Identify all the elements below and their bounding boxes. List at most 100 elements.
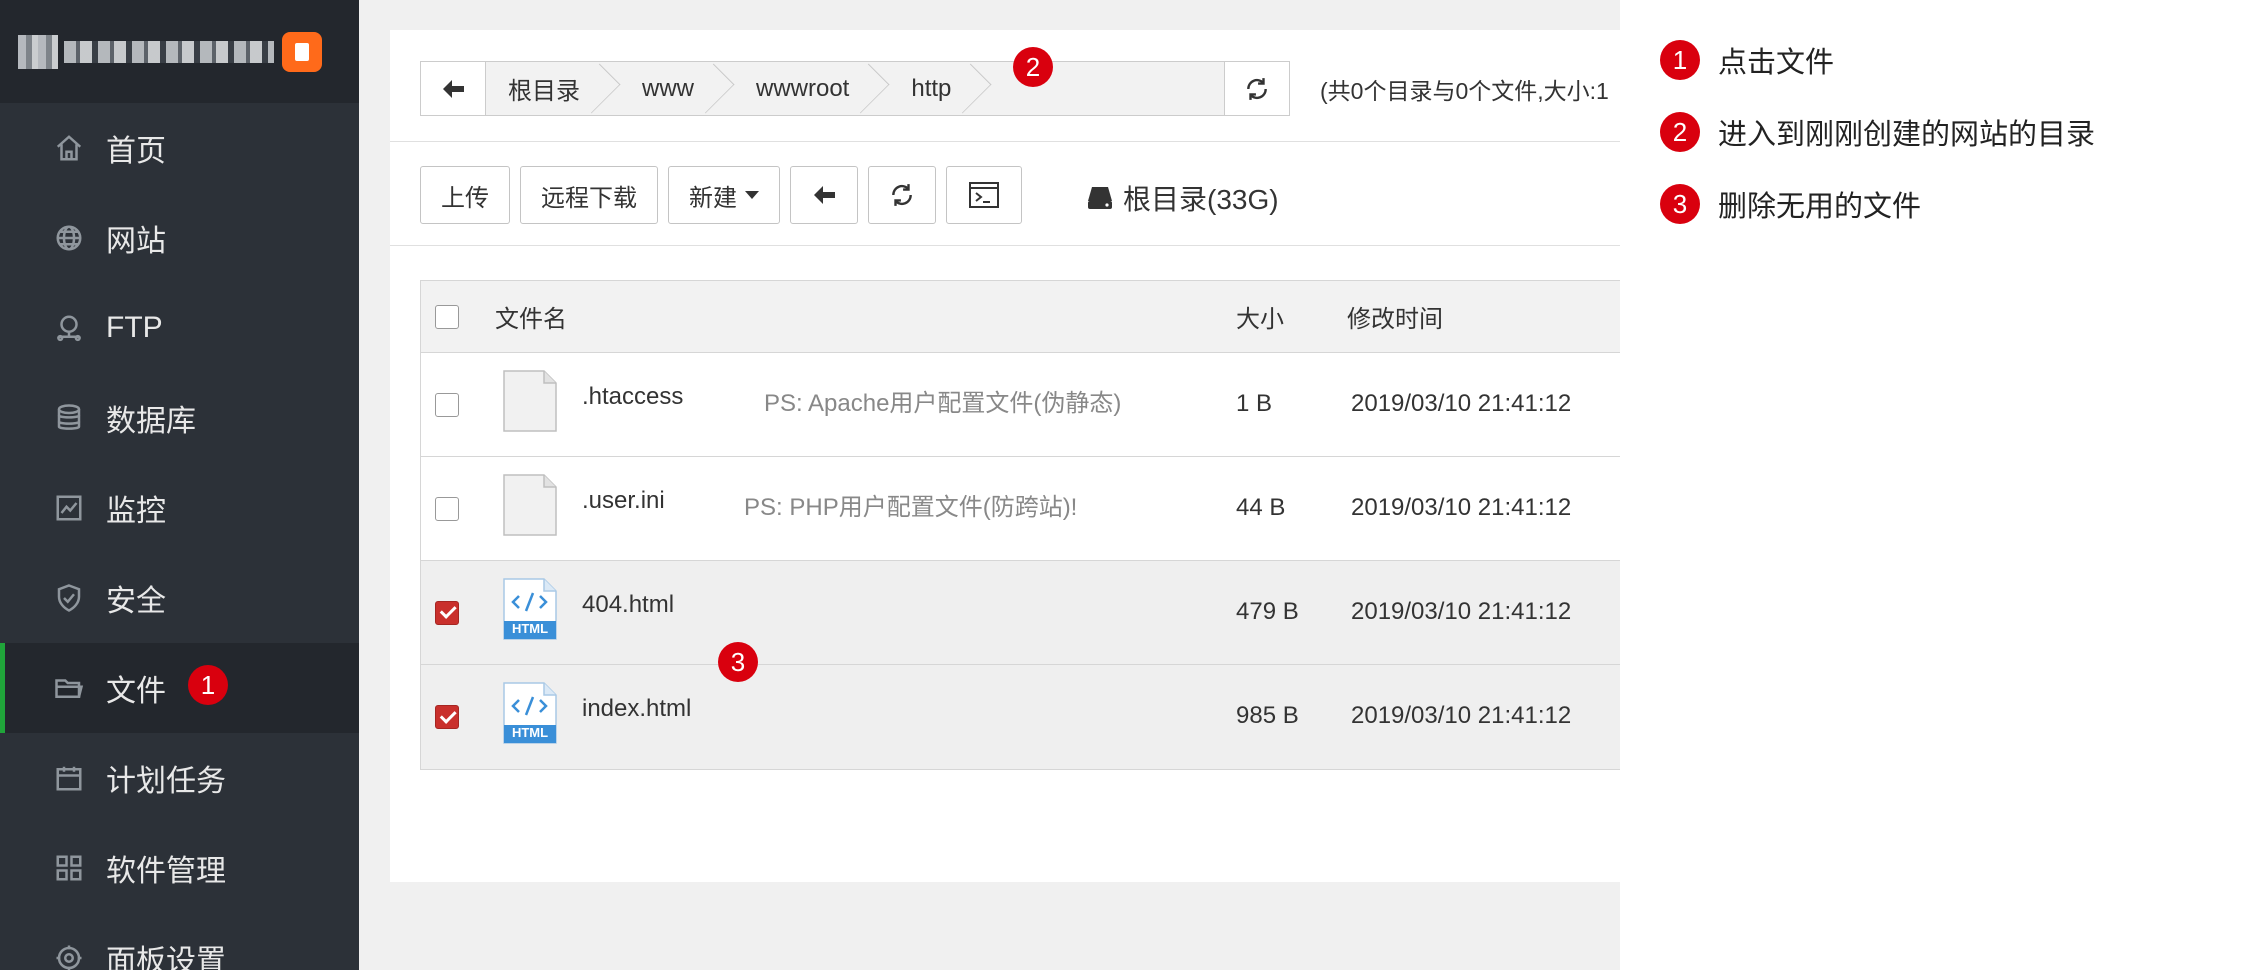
file-time: 2019/03/10 21:41:12 [1351,598,1572,625]
legend-item: 2 进入到刚刚创建的网站的目录 [1660,111,2095,153]
terminal-button[interactable] [946,166,1022,224]
logo-wordmark [64,40,274,63]
file-size: 1 B [1236,390,1273,417]
step-marker-2: 2 [1013,47,1053,87]
sidebar-item-label: 文件 [106,675,166,708]
table-header: 文件名 大小 修改时间 [421,281,1620,353]
legend-text: 进入到刚刚创建的网站的目录 [1718,119,2096,151]
refresh-button[interactable] [868,166,936,224]
sidebar-item-settings[interactable]: 面板设置 [0,913,359,970]
arrow-left-icon [443,79,464,98]
header-time[interactable]: 修改时间 [1347,299,1443,334]
sidebar-item-software[interactable]: 软件管理 [0,823,359,913]
disk-label: 根目录(33G) [1123,184,1279,215]
sidebar-item-monitor[interactable]: 监控 [0,463,359,553]
file-size: 985 B [1236,702,1299,729]
divider [390,141,1620,142]
sidebar-item-ftp[interactable]: FTP [0,283,359,373]
sidebar-item-home[interactable]: 首页 [0,103,359,193]
sidebar-item-database[interactable]: 数据库 [0,373,359,463]
sidebar-item-security[interactable]: 安全 [0,553,359,643]
sidebar-item-label: 面板设置 [106,945,226,970]
sidebar-item-label: FTP [106,311,163,344]
file-name[interactable]: index.html [582,695,691,723]
file-time: 2019/03/10 21:41:12 [1351,702,1572,729]
globe-icon [52,221,86,255]
logo [0,0,359,103]
legend-item: 1 点击文件 [1660,39,1834,81]
ftp-icon [52,311,86,345]
file-size: 44 B [1236,494,1286,521]
breadcrumb-http[interactable]: http [871,62,973,115]
legend-text: 点击文件 [1718,47,1835,79]
file-note: PS: PHP用户配置文件(防跨站)! [744,494,1078,521]
path-bar: 根目录 www wwwroot http [420,61,1290,116]
new-dropdown-button[interactable]: 新建 [668,166,780,224]
sidebar-item-label: 安全 [106,585,166,618]
sidebar-item-label: 网站 [106,225,166,258]
toolbar: 上传 远程下载 新建 [420,166,1022,224]
blank-file-icon [503,370,557,432]
sidebar-item-label: 数据库 [106,405,196,438]
file-name[interactable]: .user.ini [582,487,665,515]
html-badge-label: HTML [511,725,549,740]
hard-drive-icon [1088,187,1112,209]
home-icon [52,131,86,165]
gear-icon [52,941,86,970]
sidebar-item-label: 首页 [106,135,166,168]
legend-number: 1 [1660,40,1700,80]
select-all-checkbox[interactable] [435,304,459,329]
table-row[interactable]: HTML 404.html 479 B 2019/03/10 21:41:12 [421,561,1620,665]
database-icon [52,401,86,435]
file-name[interactable]: .htaccess [582,383,683,411]
file-note: PS: Apache用户配置文件(伪静态) [764,390,1122,417]
terminal-icon [969,182,999,208]
row-checkbox[interactable] [435,600,459,625]
legend-number: 2 [1660,112,1700,152]
sidebar-item-label: 监控 [106,495,166,528]
logo-badge-icon [282,31,322,72]
upload-button[interactable]: 上传 [420,166,510,224]
path-summary: (共0个目录与0个文件,大小:1 [1320,78,1609,104]
file-table: 文件名 大小 修改时间 .htaccess PS: Apache用户配置文件(伪… [420,280,1620,770]
breadcrumb-wwwroot[interactable]: wwwroot [716,62,871,115]
blank-file-icon [503,474,557,536]
header-name[interactable]: 文件名 [495,299,567,334]
sidebar-item-cron[interactable]: 计划任务 [0,733,359,823]
folder-icon [52,671,86,705]
path-refresh-button[interactable] [1224,61,1290,116]
legend-number: 3 [1660,184,1700,224]
sidebar: 首页 网站 FTP 数据库 监控 安全 文件 1 计划任务 软件管理 面板设置 [0,0,359,970]
html-badge-label: HTML [511,621,549,636]
sidebar-item-files[interactable]: 文件 1 [0,643,359,733]
remote-download-button[interactable]: 远程下载 [520,166,658,224]
disk-info[interactable]: 根目录(33G) [1085,178,1279,218]
pixelated-logo-text [18,34,274,69]
row-checkbox[interactable] [435,392,459,417]
shield-icon [52,581,86,615]
chevron-down-icon [745,191,759,199]
arrow-left-icon [814,186,835,204]
back-button[interactable] [790,166,858,224]
table-row[interactable]: .htaccess PS: Apache用户配置文件(伪静态) 1 B 2019… [421,353,1620,457]
divider [390,245,1620,246]
table-row[interactable]: .user.ini PS: PHP用户配置文件(防跨站)! 44 B 2019/… [421,457,1620,561]
row-checkbox[interactable] [435,705,459,729]
breadcrumb: 根目录 www wwwroot http [486,61,1224,116]
row-checkbox[interactable] [435,496,459,521]
file-size: 479 B [1236,598,1299,625]
breadcrumb-root[interactable]: 根目录 [486,62,602,115]
monitor-icon [52,491,86,525]
sidebar-item-website[interactable]: 网站 [0,193,359,283]
breadcrumb-www[interactable]: www [602,62,716,115]
path-back-button[interactable] [420,61,486,116]
file-name[interactable]: 404.html [582,591,674,619]
legend-item: 3 删除无用的文件 [1660,183,1921,225]
calendar-icon [52,761,86,795]
file-manager-panel: 根目录 www wwwroot http 2 (共0个目录与0个文件,大小:1 … [390,30,1620,882]
step-marker-3: 3 [718,642,758,682]
refresh-icon [892,184,912,206]
legend-text: 删除无用的文件 [1718,191,1922,223]
header-size[interactable]: 大小 [1236,299,1284,334]
table-row[interactable]: HTML index.html 985 B 2019/03/10 21:41:1… [421,665,1620,769]
